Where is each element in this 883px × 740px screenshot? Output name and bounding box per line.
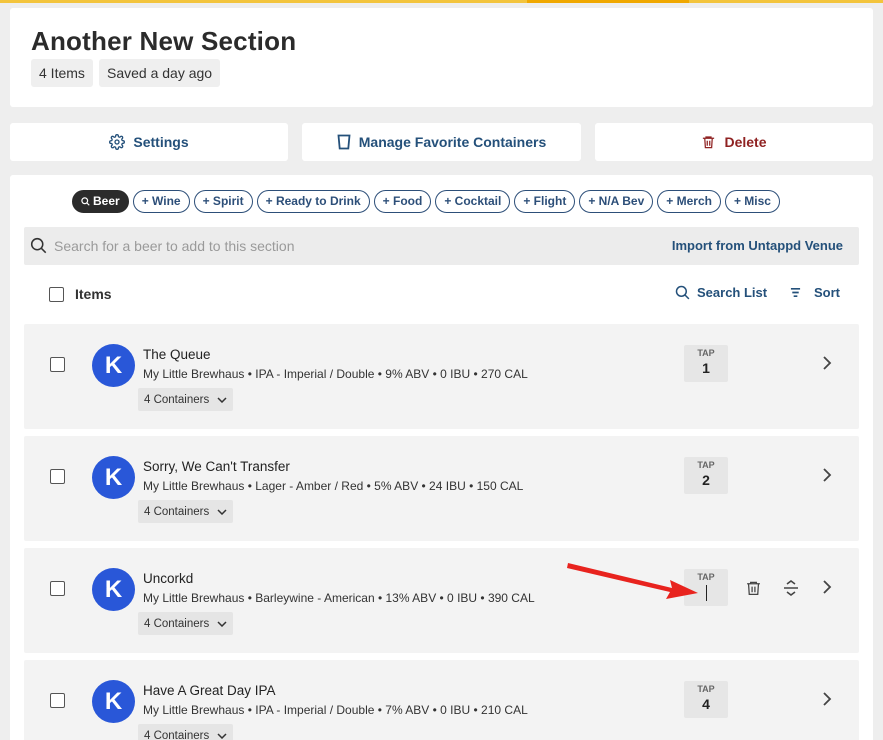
search-icon xyxy=(675,285,690,300)
saved-status-badge: Saved a day ago xyxy=(99,59,221,87)
text-cursor xyxy=(705,585,707,601)
beer-name[interactable]: Have A Great Day IPA xyxy=(143,683,276,698)
sort-icon xyxy=(790,288,801,297)
filter-flight[interactable]: + Flight xyxy=(514,190,576,213)
chevron-down-icon xyxy=(217,732,227,739)
beer-meta: My Little Brewhaus • Lager - Amber / Red… xyxy=(143,479,524,493)
tap-number: 4 xyxy=(702,696,710,712)
list-item[interactable]: K The Queue My Little Brewhaus • IPA - I… xyxy=(24,324,859,429)
beer-search-bar: Import from Untappd Venue xyxy=(24,227,859,265)
containers-label: 4 Containers xyxy=(144,729,210,740)
tap-label: TAP xyxy=(697,460,715,470)
gear-icon xyxy=(109,134,126,150)
category-filter-bar: Beer + Wine + Spirit + Ready to Drink + … xyxy=(72,190,780,213)
annotation-arrow-icon xyxy=(567,563,698,599)
chevron-right-icon[interactable] xyxy=(822,467,832,483)
tap-number-field[interactable]: TAP 4 xyxy=(684,681,728,718)
beer-meta: My Little Brewhaus • IPA - Imperial / Do… xyxy=(143,703,528,717)
sort-label: Sort xyxy=(814,285,840,300)
beer-meta: My Little Brewhaus • Barleywine - Americ… xyxy=(143,591,535,605)
filter-beer-label: Beer xyxy=(93,194,120,208)
list-header-label: Items xyxy=(75,286,112,302)
tap-number-field[interactable]: TAP 2 xyxy=(684,457,728,494)
section-items-card: Beer + Wine + Spirit + Ready to Drink + … xyxy=(10,175,873,740)
filter-food[interactable]: + Food xyxy=(373,190,432,213)
list-item[interactable]: K Uncorkd My Little Brewhaus • Barleywin… xyxy=(24,548,859,653)
tap-number: 1 xyxy=(702,360,710,376)
containers-dropdown[interactable]: 4 Containers xyxy=(138,724,234,740)
beer-name[interactable]: Uncorkd xyxy=(143,571,193,586)
brewery-avatar: K xyxy=(92,344,135,387)
item-checkbox[interactable] xyxy=(50,693,65,708)
item-count-badge: 4 Items xyxy=(31,59,93,87)
section-header-card: Another New Section 4 Items Saved a day … xyxy=(10,8,873,107)
chevron-right-icon[interactable] xyxy=(822,691,832,707)
import-untappd-venue-link[interactable]: Import from Untappd Venue xyxy=(672,238,843,253)
chevron-down-icon xyxy=(217,508,227,515)
brewery-avatar: K xyxy=(92,456,135,499)
search-list-label: Search List xyxy=(697,285,768,300)
containers-dropdown[interactable]: 4 Containers xyxy=(138,500,234,523)
list-header: Items Search List Sort xyxy=(24,279,859,309)
top-accent-bar xyxy=(0,0,883,3)
delete-button[interactable]: Delete xyxy=(595,123,873,161)
tap-number-field[interactable]: TAP 1 xyxy=(684,345,728,382)
filter-cocktail[interactable]: + Cocktail xyxy=(435,190,511,213)
delete-label: Delete xyxy=(724,134,767,150)
reorder-icon[interactable] xyxy=(782,579,800,597)
trash-icon[interactable] xyxy=(745,579,762,597)
brewery-avatar: K xyxy=(92,680,135,723)
tap-label: TAP xyxy=(697,684,715,694)
top-accent-highlight xyxy=(527,0,689,3)
beer-meta: My Little Brewhaus • IPA - Imperial / Do… xyxy=(143,367,528,381)
containers-label: 4 Containers xyxy=(144,505,210,518)
filter-merch[interactable]: + Merch xyxy=(657,190,721,213)
filter-ready-to-drink[interactable]: + Ready to Drink xyxy=(256,190,370,213)
filter-na-bev[interactable]: + N/A Bev xyxy=(579,190,654,213)
filter-misc[interactable]: + Misc xyxy=(724,190,780,213)
chevron-right-icon[interactable] xyxy=(822,579,832,595)
beer-name[interactable]: The Queue xyxy=(143,347,211,362)
chevron-right-icon[interactable] xyxy=(822,355,832,371)
settings-button[interactable]: Settings xyxy=(10,123,288,161)
filter-spirit[interactable]: + Spirit xyxy=(193,190,253,213)
brewery-avatar: K xyxy=(92,568,135,611)
beer-search-input[interactable] xyxy=(54,227,654,265)
containers-dropdown[interactable]: 4 Containers xyxy=(138,612,234,635)
manage-favorite-containers-label: Manage Favorite Containers xyxy=(358,134,547,150)
sort-button[interactable]: Sort xyxy=(790,285,840,300)
item-checkbox[interactable] xyxy=(50,469,65,484)
chevron-down-icon xyxy=(217,396,227,403)
tap-number: 2 xyxy=(702,472,710,488)
item-checkbox[interactable] xyxy=(50,581,65,596)
settings-label: Settings xyxy=(133,134,189,150)
containers-label: 4 Containers xyxy=(144,617,210,630)
page-title: Another New Section xyxy=(31,26,297,56)
item-checkbox[interactable] xyxy=(50,357,65,372)
manage-favorite-containers-button[interactable]: Manage Favorite Containers xyxy=(302,123,581,161)
search-list-button[interactable]: Search List xyxy=(675,285,767,300)
filter-wine[interactable]: + Wine xyxy=(132,190,190,213)
list-item[interactable]: K Have A Great Day IPA My Little Brewhau… xyxy=(24,660,859,740)
select-all-checkbox[interactable] xyxy=(49,287,64,302)
chevron-down-icon xyxy=(217,620,227,627)
search-icon xyxy=(30,237,47,254)
cup-icon xyxy=(337,134,351,150)
search-icon xyxy=(81,196,90,206)
containers-dropdown[interactable]: 4 Containers xyxy=(138,388,234,411)
filter-beer[interactable]: Beer xyxy=(72,190,129,213)
list-item[interactable]: K Sorry, We Can't Transfer My Little Bre… xyxy=(24,436,859,541)
containers-label: 4 Containers xyxy=(144,393,210,406)
trash-icon xyxy=(703,136,715,149)
tap-label: TAP xyxy=(697,348,715,358)
beer-name[interactable]: Sorry, We Can't Transfer xyxy=(143,459,290,474)
